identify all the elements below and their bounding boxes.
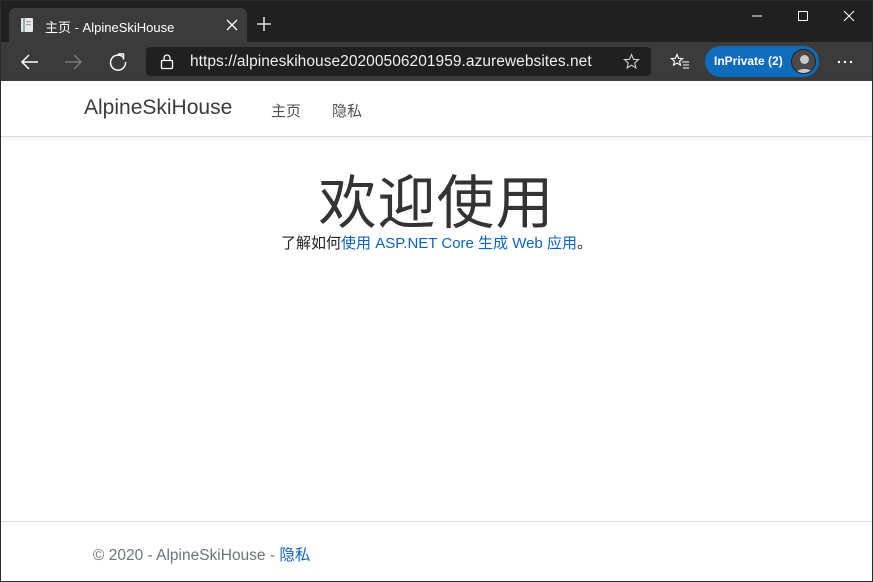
browser-window: 主页 - AlpineSkiHouse https://alpineskihou… xyxy=(0,0,873,582)
favorites-icon[interactable] xyxy=(670,53,690,71)
forward-arrow-icon[interactable] xyxy=(61,50,85,74)
page-favicon-icon xyxy=(21,18,33,32)
inprivate-button[interactable]: InPrivate (2) xyxy=(705,46,819,77)
browser-toolbar: https://alpineskihouse20200506201959.azu… xyxy=(1,42,872,81)
footer-text: © 2020 - AlpineSkiHouse - 隐私 xyxy=(93,543,310,565)
title-bar: 主页 - AlpineSkiHouse xyxy=(1,1,872,42)
nav-link-home[interactable]: 主页 xyxy=(271,100,301,121)
inprivate-label: InPrivate (2) xyxy=(714,54,783,68)
learn-more-text: 了解如何使用 ASP.NET Core 生成 Web 应用。 xyxy=(1,232,872,253)
maximize-icon[interactable] xyxy=(780,1,826,31)
window-close-icon[interactable] xyxy=(826,1,872,31)
star-icon[interactable] xyxy=(623,53,640,70)
site-brand-link[interactable]: AlpineSkiHouse xyxy=(84,96,232,120)
footer-copyright: © 2020 - AlpineSkiHouse - xyxy=(93,547,280,564)
back-arrow-icon[interactable] xyxy=(18,50,42,74)
learn-more-suffix: 。 xyxy=(576,235,592,252)
address-bar[interactable]: https://alpineskihouse20200506201959.azu… xyxy=(146,47,651,76)
site-footer: © 2020 - AlpineSkiHouse - 隐私 xyxy=(1,521,872,581)
refresh-icon[interactable] xyxy=(106,50,130,74)
nav-link-privacy[interactable]: 隐私 xyxy=(332,100,362,121)
site-navbar: AlpineSkiHouse 主页 隐私 xyxy=(1,81,872,137)
profile-avatar xyxy=(791,49,816,74)
web-page: AlpineSkiHouse 主页 隐私 欢迎使用 了解如何使用 ASP.NET… xyxy=(1,81,872,581)
minimize-icon[interactable] xyxy=(734,1,780,31)
tab-title: 主页 - AlpineSkiHouse xyxy=(45,20,175,35)
footer-privacy-link[interactable]: 隐私 xyxy=(279,547,310,564)
close-icon[interactable] xyxy=(223,16,241,34)
learn-more-prefix: 了解如何 xyxy=(281,235,342,252)
lock-icon[interactable] xyxy=(159,53,175,70)
browser-tab[interactable]: 主页 - AlpineSkiHouse xyxy=(9,8,247,42)
aspnet-docs-link[interactable]: 使用 ASP.NET Core 生成 Web 应用 xyxy=(341,235,577,252)
welcome-heading: 欢迎使用 xyxy=(318,171,555,236)
url-text[interactable]: https://alpineskihouse20200506201959.azu… xyxy=(190,53,592,71)
more-icon[interactable] xyxy=(835,54,855,70)
plus-icon[interactable] xyxy=(255,15,273,33)
